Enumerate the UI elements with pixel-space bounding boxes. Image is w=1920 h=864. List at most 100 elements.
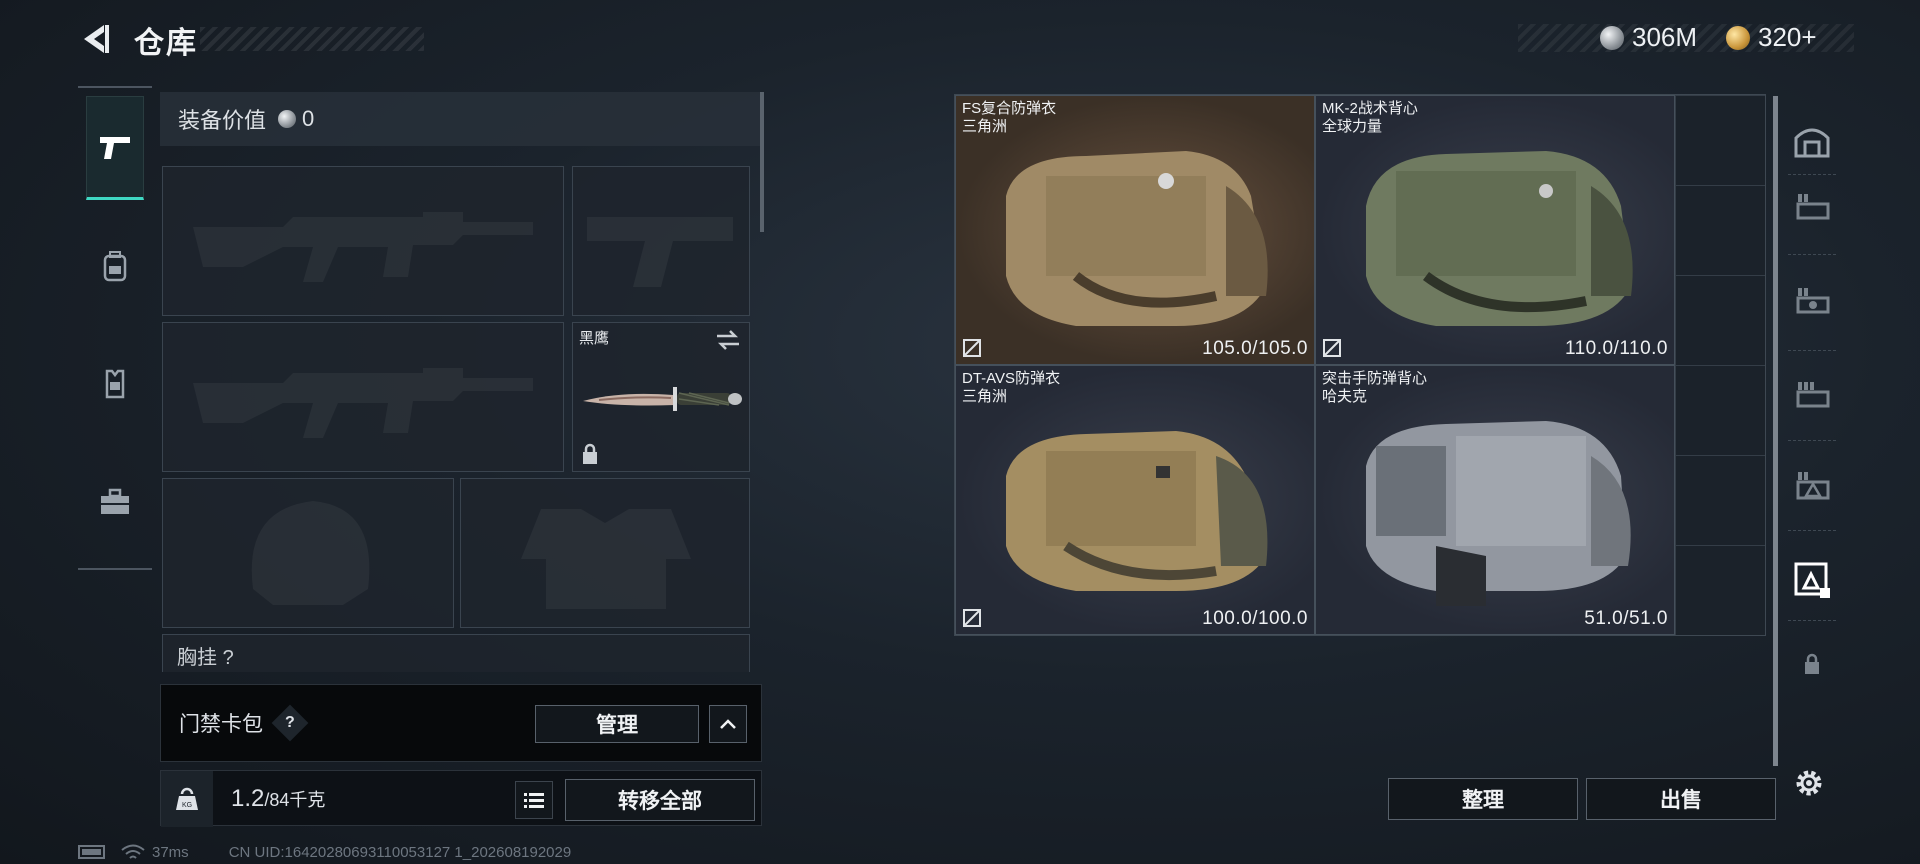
- item-name: MK-2战术背心 全球力量: [1322, 100, 1418, 135]
- storage-tab-column: [1780, 94, 1844, 674]
- title-stripe-decor: [200, 27, 424, 51]
- chevron-up-icon: [720, 719, 736, 729]
- equipment-value-bar: 装备价值 0: [160, 92, 760, 146]
- item-durability: 105.0/105.0: [1202, 338, 1308, 359]
- weight-bar: KG 1.2/84千克 转移全部: [160, 770, 762, 827]
- item-name: FS复合防弹衣 三角洲: [962, 100, 1057, 135]
- inventory-item[interactable]: DT-AVS防弹衣 三角洲 100.0/100.0: [955, 365, 1315, 635]
- storage-scrollbar[interactable]: [1773, 96, 1778, 766]
- battery-icon: [78, 845, 105, 859]
- weight-icon-box: KG: [161, 771, 213, 827]
- chest-rig-label: 胸挂 ?: [177, 647, 234, 669]
- tab-storage-3[interactable]: [1790, 372, 1834, 416]
- melee-item-name: 黑鹰: [579, 330, 610, 347]
- storage-page-icon: [1794, 562, 1830, 598]
- gold-currency-value: 320+: [1758, 22, 1817, 52]
- gold-coin-icon: [1726, 25, 1750, 50]
- vest-icon: [105, 369, 125, 399]
- backpack-icon: [103, 251, 127, 282]
- left-tab-column: [78, 86, 152, 570]
- storage-grid: FS复合防弹衣 三角洲 105.0/105.0 MK-2战术背心 全球力量 110.…: [954, 94, 1766, 636]
- storage-page-icon: [1796, 472, 1830, 500]
- tab-storage-1[interactable]: [1790, 184, 1834, 228]
- secondary-weapon-slot[interactable]: [162, 322, 564, 472]
- keycard-bag-bar: 门禁卡包 ? 管理: [160, 684, 762, 762]
- equipment-value-label: 装备价值: [178, 108, 267, 133]
- body-armor-slot[interactable]: [460, 478, 750, 628]
- knife-icon: [583, 387, 742, 411]
- storage-page-icon: [1796, 382, 1830, 408]
- tab-storage-2[interactable]: [1790, 278, 1834, 322]
- chest-rig-slot[interactable]: 胸挂 ?: [162, 634, 750, 672]
- storage-page-icon: [1796, 288, 1830, 314]
- primary-weapon-slot[interactable]: [162, 166, 564, 316]
- tab-locked[interactable]: [1790, 642, 1834, 686]
- item-durability: 100.0/100.0: [1202, 608, 1308, 629]
- armor-silhouette-icon: [521, 509, 691, 609]
- ping-text: 37ms: [152, 843, 189, 861]
- sell-button[interactable]: 出售: [1586, 778, 1776, 820]
- svg-text:KG: KG: [182, 802, 192, 809]
- rifle-silhouette-icon: [193, 368, 533, 438]
- sidearm-slot[interactable]: [572, 166, 750, 316]
- no-insure-icon: [1323, 339, 1341, 357]
- manage-button[interactable]: 管理: [535, 705, 699, 743]
- item-name: 突击手防弹背心 哈夫克: [1322, 370, 1428, 405]
- tab-vest[interactable]: [86, 332, 144, 436]
- weight-current: 1.2: [231, 785, 265, 812]
- lock-icon: [1805, 653, 1819, 674]
- tab-storage-4[interactable]: [1790, 462, 1834, 506]
- list-view-button[interactable]: [515, 781, 553, 819]
- body-armor-image: [1006, 431, 1268, 591]
- keycard-bag-label: 门禁卡包: [179, 713, 263, 736]
- weight-readout: 1.2/84千克: [231, 785, 325, 813]
- tab-storage-5-active[interactable]: [1790, 558, 1834, 602]
- uid-text: CN UID:16420280693110053127 1_2026081920…: [228, 843, 572, 861]
- no-insure-icon: [963, 609, 981, 627]
- storage-page-icon: [1796, 194, 1830, 220]
- swap-icon[interactable]: [715, 329, 741, 351]
- warehouse-icon: [1794, 128, 1830, 158]
- body-armor-image: [1006, 151, 1268, 326]
- equipment-scrollbar[interactable]: [760, 92, 764, 232]
- toolbox-icon: [101, 488, 129, 514]
- tab-all-storage[interactable]: [1790, 118, 1834, 162]
- item-durability: 51.0/51.0: [1584, 608, 1668, 629]
- silver-coin-icon: [278, 110, 297, 128]
- inventory-item[interactable]: MK-2战术背心 全球力量 110.0/110.0: [1315, 95, 1675, 365]
- helmet-silhouette-icon: [251, 501, 370, 605]
- status-bar: 37ms CN UID:16420280693110053127 1_20260…: [78, 843, 571, 861]
- no-insure-icon: [963, 339, 981, 357]
- tab-backpack[interactable]: [86, 214, 144, 318]
- tab-weapons[interactable]: [86, 96, 144, 200]
- tab-toolbox[interactable]: [86, 450, 144, 554]
- gold-currency[interactable]: 320+: [1726, 22, 1817, 53]
- list-icon: [524, 793, 544, 808]
- equipment-value-amount: 0: [302, 106, 315, 131]
- wifi-icon: [121, 844, 145, 859]
- settings-gear-icon[interactable]: [1792, 766, 1826, 800]
- pistol-icon: [100, 137, 130, 159]
- body-armor-image: [1366, 151, 1633, 326]
- silver-currency-value: 306M: [1632, 22, 1698, 52]
- pistol-silhouette-icon: [587, 217, 733, 287]
- inventory-item[interactable]: FS复合防弹衣 三角洲 105.0/105.0: [955, 95, 1315, 365]
- silver-currency[interactable]: 306M: [1600, 22, 1697, 53]
- kettlebell-weight-icon: KG: [176, 787, 198, 810]
- transfer-all-button[interactable]: 转移全部: [565, 779, 755, 821]
- inventory-item[interactable]: 突击手防弹背心 哈夫克 51.0/51.0: [1315, 365, 1675, 635]
- sort-button[interactable]: 整理: [1388, 778, 1578, 820]
- rifle-silhouette-icon: [193, 212, 533, 282]
- item-name: DT-AVS防弹衣 三角洲: [962, 370, 1061, 405]
- silver-coin-icon: [1600, 25, 1624, 50]
- weight-max: /84千克: [264, 790, 326, 810]
- helmet-slot[interactable]: [162, 478, 454, 628]
- melee-slot[interactable]: 黑鹰: [572, 322, 750, 472]
- collapse-button[interactable]: [709, 705, 747, 743]
- help-icon[interactable]: ?: [271, 704, 309, 742]
- lock-icon: [583, 443, 597, 464]
- page-title: 仓库: [134, 27, 198, 60]
- body-armor-image: [1366, 421, 1631, 606]
- item-durability: 110.0/110.0: [1564, 338, 1668, 359]
- back-arrow-icon[interactable]: [78, 22, 112, 56]
